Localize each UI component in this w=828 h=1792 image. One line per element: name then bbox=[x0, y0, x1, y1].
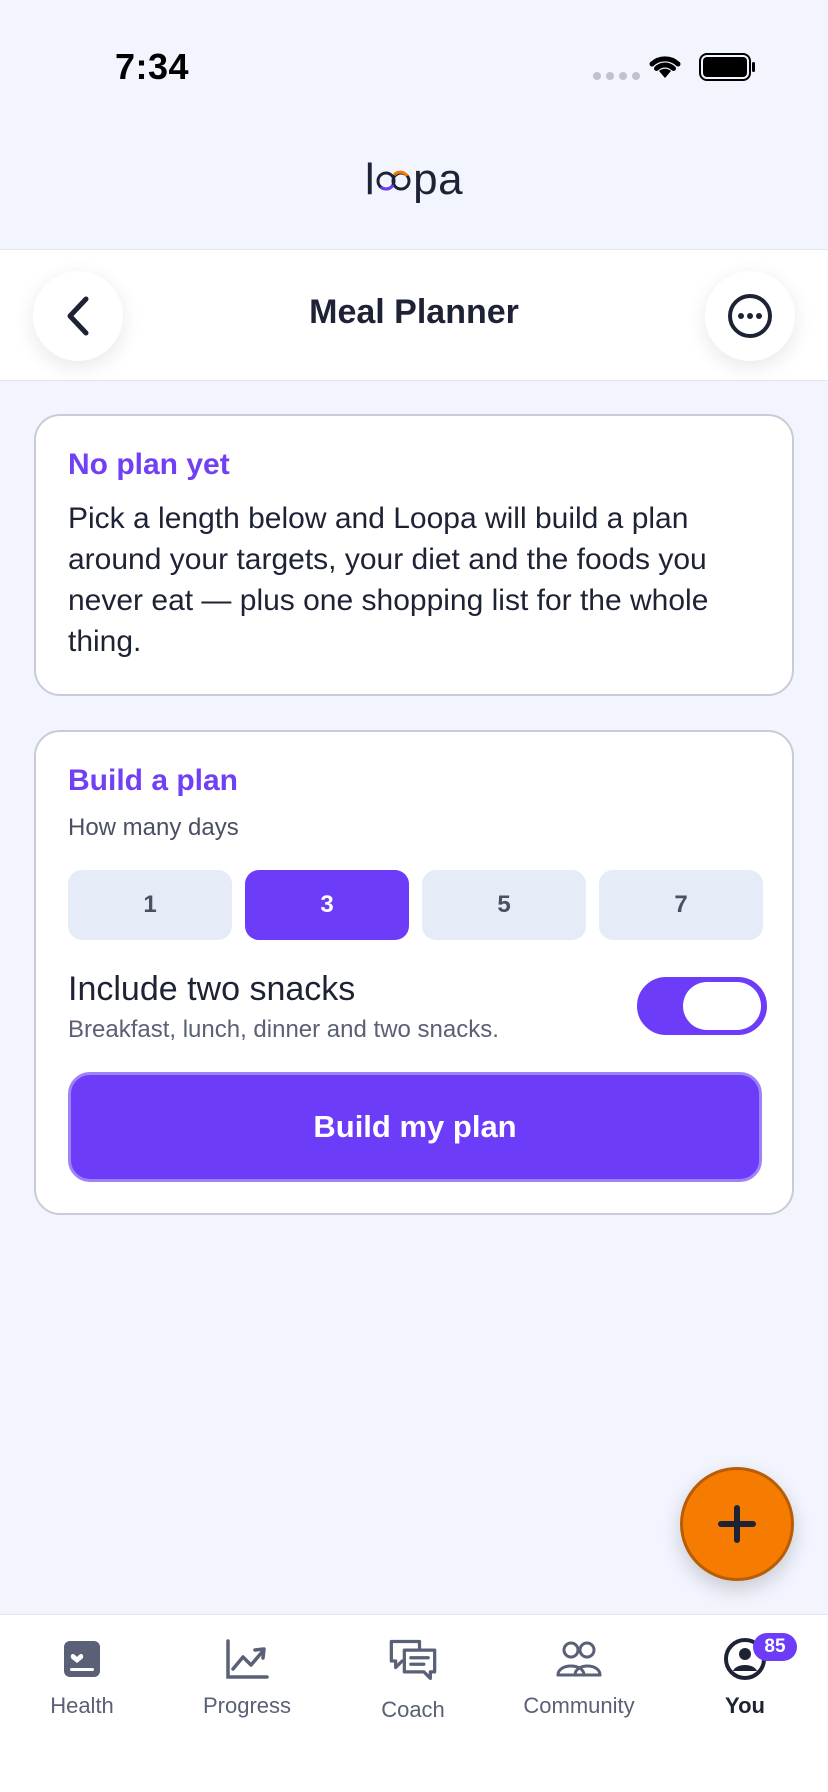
tab-community[interactable]: Community bbox=[509, 1635, 649, 1719]
logo-loop-icon bbox=[376, 170, 411, 191]
more-options-button[interactable] bbox=[705, 271, 795, 361]
chat-bubbles-icon bbox=[389, 1639, 437, 1680]
tab-coach[interactable]: Coach bbox=[343, 1635, 483, 1723]
tab-community-label: Community bbox=[523, 1693, 635, 1718]
day-selector: 1 3 5 7 bbox=[68, 870, 763, 940]
logo-text-right: pa bbox=[413, 155, 464, 204]
bottom-tab-bar: Health Progress Coach Community 85 You bbox=[0, 1614, 828, 1792]
snacks-subtitle: Breakfast, lunch, dinner and two snacks. bbox=[68, 1016, 499, 1043]
progress-chart-icon bbox=[226, 1639, 269, 1679]
day-option-7[interactable]: 7 bbox=[599, 870, 763, 940]
tab-progress[interactable]: Progress bbox=[177, 1635, 317, 1719]
tab-you-label: You bbox=[725, 1693, 765, 1718]
day-option-3[interactable]: 3 bbox=[245, 870, 409, 940]
day-option-1[interactable]: 1 bbox=[68, 870, 232, 940]
app-logo: l pa bbox=[0, 150, 828, 210]
build-plan-heading: Build a plan bbox=[68, 764, 239, 797]
notification-badge: 85 bbox=[753, 1633, 797, 1661]
wifi-icon bbox=[649, 56, 681, 78]
no-plan-description: Pick a length below and Loopa will build… bbox=[68, 502, 709, 658]
toggle-knob bbox=[683, 982, 761, 1030]
build-my-plan-button[interactable]: Build my plan bbox=[68, 1072, 762, 1182]
status-time: 7:34 bbox=[115, 46, 190, 87]
top-nav-bar: Meal Planner bbox=[0, 249, 828, 381]
people-icon bbox=[556, 1641, 602, 1677]
tab-progress-label: Progress bbox=[202, 1693, 292, 1718]
no-plan-heading: No plan yet bbox=[68, 448, 230, 481]
days-label: How many days bbox=[68, 814, 239, 841]
plus-icon bbox=[718, 1505, 756, 1543]
more-horizontal-icon bbox=[728, 294, 772, 338]
tab-coach-label: Coach bbox=[381, 1697, 445, 1722]
health-icon bbox=[64, 1641, 100, 1677]
page-title: Meal Planner bbox=[309, 293, 519, 331]
snacks-title: Include two snacks bbox=[68, 970, 356, 1008]
tab-health-label: Health bbox=[50, 1693, 114, 1718]
day-option-5[interactable]: 5 bbox=[422, 870, 586, 940]
battery-icon bbox=[699, 53, 755, 81]
no-plan-card: No plan yet Pick a length below and Loop… bbox=[34, 414, 794, 696]
tab-health[interactable]: Health bbox=[12, 1635, 152, 1719]
status-bar: 7:34 bbox=[0, 0, 828, 130]
build-plan-card: Build a plan How many days 1 3 5 7 Inclu… bbox=[34, 730, 794, 1215]
add-fab-button[interactable] bbox=[680, 1467, 794, 1581]
cellular-signal-icon bbox=[593, 72, 640, 80]
snacks-toggle[interactable] bbox=[637, 977, 767, 1035]
tab-you[interactable]: 85 You bbox=[675, 1633, 815, 1719]
